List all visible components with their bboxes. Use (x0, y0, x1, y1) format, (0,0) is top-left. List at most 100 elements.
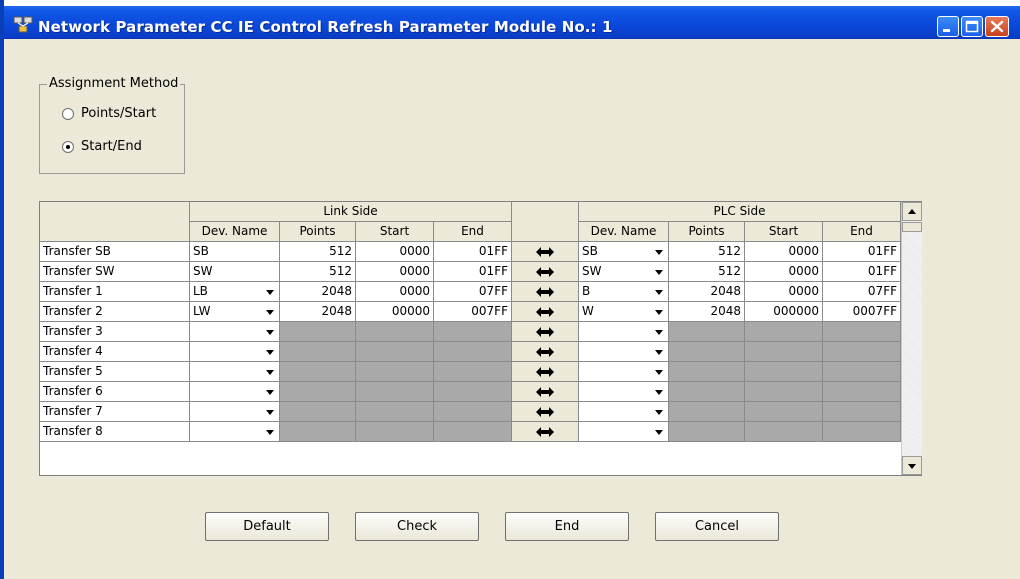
arrow-header (512, 202, 579, 242)
plc-dev-name-cell[interactable]: W (579, 302, 669, 322)
link-end-column-header: End (434, 222, 512, 242)
minimize-button[interactable] (937, 16, 959, 37)
dropdown-arrow-icon[interactable] (261, 322, 279, 341)
link-dev-name-cell[interactable] (190, 362, 280, 382)
row-label: Transfer SW (40, 262, 190, 282)
dropdown-arrow-icon[interactable] (650, 282, 668, 301)
dropdown-arrow-icon[interactable] (650, 322, 668, 341)
link-end-cell (434, 322, 512, 342)
bidirectional-arrow-icon (536, 387, 554, 397)
link-points-cell: 512 (280, 262, 356, 282)
plc-points-cell (669, 322, 745, 342)
dropdown-arrow-icon[interactable] (261, 422, 279, 441)
link-end-cell: 07FF (434, 282, 512, 302)
plc-dev-name-cell[interactable] (579, 382, 669, 402)
plc-start-cell[interactable]: 000000 (745, 302, 823, 322)
link-dev-name-cell[interactable]: SW (190, 262, 280, 282)
link-side-header: Link Side (190, 202, 512, 222)
plc-points-cell (669, 342, 745, 362)
plc-dev-name-cell[interactable] (579, 422, 669, 442)
dropdown-arrow-icon[interactable] (650, 422, 668, 441)
refresh-parameter-table: Link Side PLC Side Dev. Name Points Start End… (39, 201, 922, 476)
dropdown-arrow-icon[interactable] (261, 382, 279, 401)
dropdown-arrow-icon[interactable] (261, 362, 279, 381)
link-end-cell: 01FF (434, 262, 512, 282)
row-label: Transfer 3 (40, 322, 190, 342)
link-start-cell[interactable]: 0000 (356, 262, 434, 282)
link-start-cell (356, 382, 434, 402)
link-points-cell (280, 402, 356, 422)
link-points-cell: 2048 (280, 282, 356, 302)
link-end-cell (434, 382, 512, 402)
dropdown-arrow-icon[interactable] (650, 262, 668, 281)
link-start-cell[interactable]: 0000 (356, 282, 434, 302)
arrow-cell (512, 282, 579, 302)
plc-start-cell[interactable]: 0000 (745, 282, 823, 302)
link-dev-name-cell[interactable] (190, 422, 280, 442)
plc-dev-name-cell[interactable] (579, 322, 669, 342)
bidirectional-arrow-icon (536, 347, 554, 357)
plc-end-column-header: End (823, 222, 901, 242)
link-start-cell (356, 342, 434, 362)
link-points-cell (280, 382, 356, 402)
close-button[interactable] (985, 16, 1009, 37)
radio-points-start-label: Points/Start (81, 106, 157, 121)
link-points-cell (280, 322, 356, 342)
plc-dev-name-cell[interactable]: SB (579, 242, 669, 262)
dropdown-arrow-icon[interactable] (650, 402, 668, 421)
link-dev-name-cell[interactable] (190, 402, 280, 422)
check-button[interactable]: Check (355, 512, 479, 541)
link-end-cell (434, 342, 512, 362)
plc-dev-name-cell[interactable]: B (579, 282, 669, 302)
plc-points-cell: 2048 (669, 282, 745, 302)
plc-dev-name-cell[interactable] (579, 362, 669, 382)
dropdown-arrow-icon[interactable] (261, 402, 279, 421)
cancel-button[interactable]: Cancel (655, 512, 779, 541)
plc-dev-name-cell[interactable] (579, 342, 669, 362)
scroll-up-button[interactable] (902, 202, 922, 221)
link-dev-name-cell[interactable] (190, 382, 280, 402)
arrow-cell (512, 402, 579, 422)
link-points-cell (280, 422, 356, 442)
plc-start-cell (745, 382, 823, 402)
dropdown-arrow-icon[interactable] (261, 302, 279, 321)
link-points-cell: 2048 (280, 302, 356, 322)
dropdown-arrow-icon[interactable] (650, 342, 668, 361)
link-start-cell[interactable]: 0000 (356, 242, 434, 262)
plc-dev-name-cell[interactable] (579, 402, 669, 422)
link-dev-name-cell[interactable] (190, 322, 280, 342)
maximize-button[interactable] (961, 16, 983, 37)
dropdown-arrow-icon[interactable] (261, 282, 279, 301)
scroll-down-button[interactable] (902, 456, 922, 475)
radio-points-start-indicator[interactable] (62, 107, 74, 120)
radio-start-end[interactable]: Start/End (62, 139, 142, 154)
dropdown-arrow-icon[interactable] (650, 382, 668, 401)
plc-start-cell (745, 362, 823, 382)
default-button[interactable]: Default (205, 512, 329, 541)
link-start-cell[interactable]: 00000 (356, 302, 434, 322)
link-dev-name-cell[interactable]: LW (190, 302, 280, 322)
scroll-thumb[interactable] (902, 222, 922, 232)
dropdown-arrow-icon[interactable] (650, 242, 668, 261)
arrow-cell (512, 302, 579, 322)
dropdown-arrow-icon[interactable] (650, 362, 668, 381)
radio-start-end-indicator[interactable] (62, 140, 74, 153)
dropdown-arrow-icon[interactable] (650, 302, 668, 321)
bidirectional-arrow-icon (536, 327, 554, 337)
link-dev-name-cell[interactable]: SB (190, 242, 280, 262)
plc-start-cell[interactable]: 0000 (745, 242, 823, 262)
link-dev-name-cell[interactable] (190, 342, 280, 362)
link-points-cell (280, 342, 356, 362)
end-button[interactable]: End (505, 512, 629, 541)
link-dev-name-cell[interactable]: LB (190, 282, 280, 302)
radio-points-start[interactable]: Points/Start (62, 106, 156, 121)
plc-dev-name-cell[interactable]: SW (579, 262, 669, 282)
table-scrollbar[interactable] (901, 202, 922, 475)
link-end-cell (434, 402, 512, 422)
dropdown-arrow-icon[interactable] (261, 342, 279, 361)
link-start-cell (356, 362, 434, 382)
plc-dev-name-column-header: Dev. Name (579, 222, 669, 242)
plc-end-cell: 01FF (823, 262, 901, 282)
plc-start-cell[interactable]: 0000 (745, 262, 823, 282)
title-bar[interactable]: Network Parameter CC IE Control Refresh … (4, 0, 1020, 39)
